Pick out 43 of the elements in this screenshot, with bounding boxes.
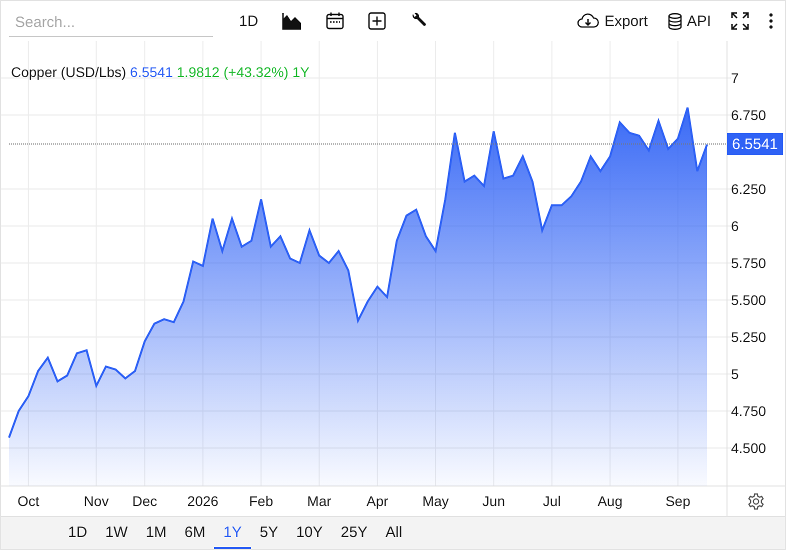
x-axis-label: Sep: [665, 493, 690, 509]
x-axis-label: Mar: [307, 493, 332, 509]
interval-button[interactable]: 1D: [235, 10, 262, 32]
range-tab[interactable]: 1D: [59, 517, 96, 549]
range-tab[interactable]: 1W: [96, 517, 137, 549]
x-axis-label: Apr: [366, 493, 388, 509]
x-axis-label: 2026: [187, 493, 218, 509]
y-axis-label: 4.750: [731, 402, 766, 419]
y-axis-label: 6.250: [731, 181, 766, 197]
x-axis-label: Dec: [132, 493, 158, 509]
x-axis-label: Nov: [84, 493, 109, 509]
range-tab[interactable]: 1Y: [214, 517, 251, 549]
settings-icon[interactable]: [747, 493, 765, 511]
y-axis-label: 5.500: [731, 292, 766, 308]
y-axis-label: 5: [731, 366, 739, 382]
range-tab[interactable]: 25Y: [332, 517, 376, 549]
price-tag: 6.5541: [727, 132, 783, 155]
y-axis-label: 4.500: [731, 440, 766, 456]
x-axis-label: May: [422, 493, 449, 509]
cloud-download-icon: [577, 13, 600, 29]
export-button[interactable]: Export: [573, 10, 652, 32]
database-icon: [668, 12, 682, 30]
y-axis-label: 6: [731, 218, 739, 234]
range-tab[interactable]: All: [376, 517, 412, 549]
ref-line-label: 6.5541: [732, 136, 778, 153]
legend-change: 1.9812 (+43.32%): [176, 64, 288, 80]
x-axis-label: Oct: [18, 493, 40, 509]
legend-price: 6.5541: [130, 64, 173, 80]
api-button[interactable]: API: [664, 10, 715, 32]
range-tab[interactable]: 6M: [176, 517, 214, 549]
range-tab[interactable]: 5Y: [250, 517, 288, 549]
range-tab[interactable]: 1M: [136, 517, 176, 549]
y-axis-label: 5.250: [731, 328, 766, 345]
legend-period: 1Y: [292, 64, 310, 80]
x-axis-label: Aug: [598, 493, 623, 509]
x-axis-label: Jul: [542, 493, 561, 509]
y-axis-label: 5.750: [731, 254, 766, 271]
y-axis-label: 6.750: [731, 107, 766, 123]
y-axis-label: 7: [731, 70, 739, 86]
x-axis-label: Jun: [482, 493, 505, 509]
range-tab[interactable]: 10Y: [287, 517, 332, 549]
x-axis-label: Feb: [249, 493, 274, 509]
legend-title: Copper (USD/Lbs): [11, 64, 126, 80]
